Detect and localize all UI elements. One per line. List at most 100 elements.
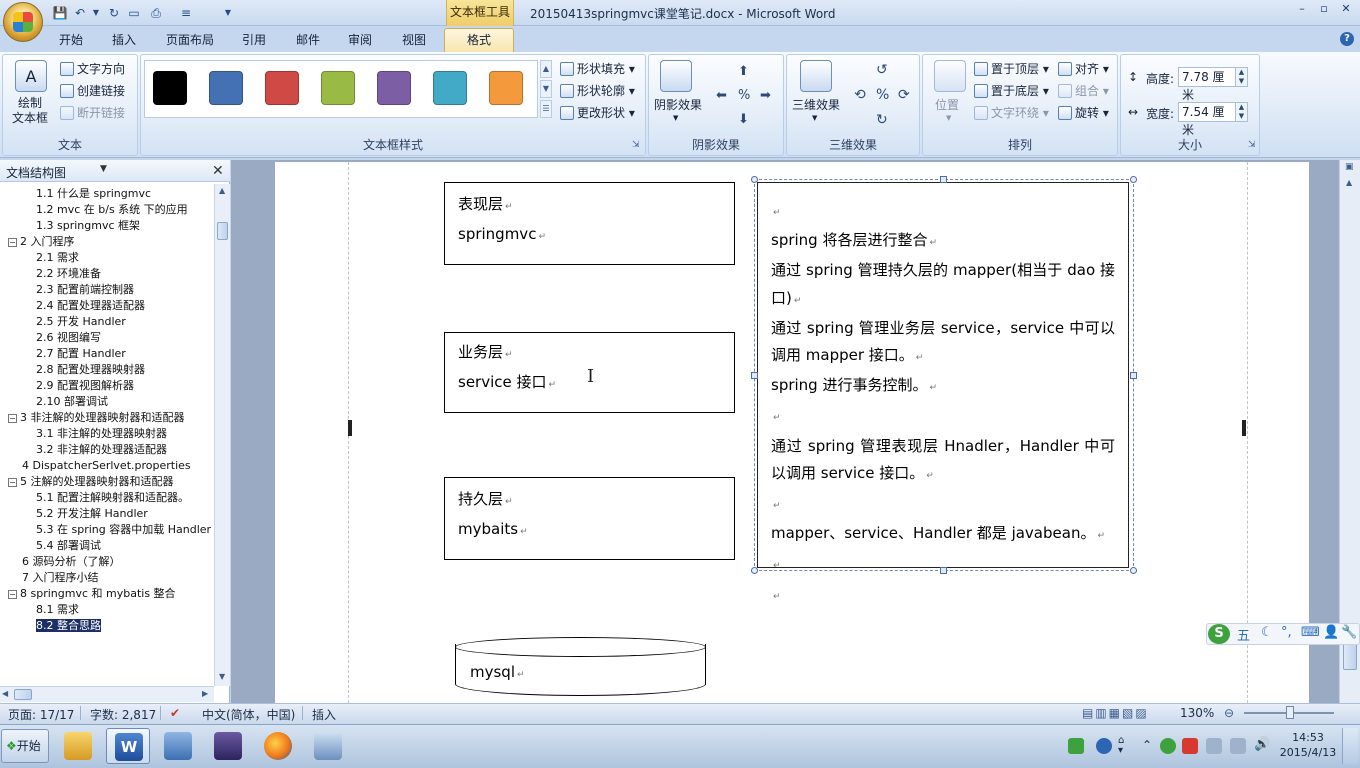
device-tray-icon[interactable] xyxy=(1206,738,1222,754)
scroll-left-icon[interactable]: ◀ xyxy=(2,689,8,698)
resize-handle-e[interactable] xyxy=(1130,372,1137,379)
threed-dropdown-icon[interactable]: ▼ xyxy=(812,114,817,122)
display-tray-icon[interactable] xyxy=(1230,738,1246,754)
document-map-hscrollbar[interactable]: ◀ ▶ xyxy=(0,686,214,702)
nav-item[interactable]: 2.8 配置处理器映射器 xyxy=(0,362,214,378)
proofing-icon[interactable]: ✔ xyxy=(170,706,180,720)
style-swatch-blue[interactable] xyxy=(209,71,243,105)
gallery-more-icon[interactable]: ☰ xyxy=(540,100,552,118)
bring-front-button[interactable]: 置于顶层 ▾ xyxy=(974,60,1049,77)
print-preview-icon[interactable]: ⎙ xyxy=(148,5,164,21)
tilt-up-icon[interactable]: ↺ xyxy=(876,62,888,78)
nav-item[interactable]: 1.3 springmvc 框架 xyxy=(0,218,214,234)
style-swatch-orange[interactable] xyxy=(489,71,523,105)
nav-item[interactable]: 1.2 mvc 在 b/s 系统 下的应用 xyxy=(0,202,214,218)
app-taskbar-button[interactable] xyxy=(156,728,200,764)
nav-item[interactable]: 2.6 视图编写 xyxy=(0,330,214,346)
nav-item[interactable]: 2.1 需求 xyxy=(0,250,214,266)
collapse-icon[interactable]: − xyxy=(8,478,17,487)
shadow-effects-button[interactable]: 阴影效果 xyxy=(654,96,702,113)
resize-handle-s[interactable] xyxy=(940,567,947,574)
tab-references[interactable]: 引用 xyxy=(236,30,272,52)
restore-button[interactable]: ▫ xyxy=(1314,2,1334,18)
close-icon[interactable]: ✕ xyxy=(212,163,224,179)
tab-mailings[interactable]: 邮件 xyxy=(290,30,326,52)
clock[interactable]: 14:53 2015/4/13 xyxy=(1278,730,1338,760)
group-button[interactable]: 组合 ▾ xyxy=(1058,82,1109,99)
view-buttons-icon[interactable]: ▤▥▦▧▨ xyxy=(1082,706,1149,720)
shadow-effects-icon[interactable] xyxy=(660,60,692,92)
nav-item[interactable]: 7 入门程序小结 xyxy=(0,570,214,586)
document-map-vscrollbar[interactable]: ▲ ▼ xyxy=(214,184,230,686)
new-doc-icon[interactable]: ▭ xyxy=(126,5,142,21)
send-back-button[interactable]: 置于底层 ▾ xyxy=(974,82,1049,99)
shadow-nudge-right-icon[interactable]: ➡ xyxy=(760,88,771,103)
undo-dropdown-icon[interactable]: ▼ xyxy=(88,5,104,21)
nav-item[interactable]: 6 源码分析（了解） xyxy=(0,554,214,570)
page-indicator[interactable]: 页面: 17/17 xyxy=(8,706,74,723)
styles-dialog-launcher-icon[interactable]: ⇲ xyxy=(632,140,640,150)
customize-qat-icon[interactable]: ▼ xyxy=(220,5,236,21)
ruler-toggle-icon[interactable]: ▣ xyxy=(1345,162,1354,172)
network-tray-icon[interactable] xyxy=(1160,738,1176,754)
style-swatch-aqua[interactable] xyxy=(433,71,467,105)
width-spinner-icon[interactable]: ▲ ▼ xyxy=(1236,102,1248,122)
shadow-toggle-icon[interactable]: % xyxy=(738,88,750,103)
nav-item[interactable]: 5.4 部署调试 xyxy=(0,538,214,554)
collapse-icon[interactable]: − xyxy=(8,590,17,599)
shadow-nudge-left-icon[interactable]: ⬅ xyxy=(716,88,727,103)
undo-icon[interactable]: ↶ xyxy=(72,5,88,21)
integration-textbox[interactable]: ↵ spring 将各层进行整合 ↵ 通过 spring 管理持久层的 mapper(… xyxy=(757,182,1129,602)
nav-item[interactable]: 3.2 非注解的处理器适配器 xyxy=(0,442,214,458)
language-indicator[interactable]: 中文(简体，中国) xyxy=(202,706,295,723)
word-taskbar-button[interactable]: W xyxy=(106,728,150,764)
tab-insert[interactable]: 插入 xyxy=(106,30,142,52)
redo-icon[interactable]: ↻ xyxy=(106,5,122,21)
nav-item[interactable]: 2.5 开发 Handler xyxy=(0,314,214,330)
style-swatch-green[interactable] xyxy=(321,71,355,105)
insert-mode-indicator[interactable]: 插入 xyxy=(312,706,336,723)
document-vscrollbar[interactable]: ▣ ▲ xyxy=(1339,160,1360,703)
security-tray-icon[interactable] xyxy=(1182,738,1198,754)
persistence-layer-box[interactable]: 持久层 ↵ mybaits ↵ xyxy=(444,477,735,560)
tab-home[interactable]: 开始 xyxy=(53,30,89,52)
help-tray-icon[interactable] xyxy=(1096,738,1112,754)
zoom-out-icon[interactable]: ⊖ xyxy=(1224,706,1234,720)
keyboard-icon[interactable]: ⌨ xyxy=(1301,625,1320,640)
tool-taskbar-button[interactable] xyxy=(306,728,350,764)
explorer-taskbar-button[interactable] xyxy=(56,728,100,764)
nav-item[interactable]: 2.7 配置 Handler xyxy=(0,346,214,362)
nav-item[interactable]: 2.4 配置处理器适配器 xyxy=(0,298,214,314)
position-dropdown-icon[interactable]: ▼ xyxy=(946,114,951,122)
show-hidden-icons-icon[interactable]: ⌃ xyxy=(1142,738,1152,752)
sogou-tray-icon[interactable] xyxy=(1068,738,1084,754)
nav-item[interactable]: −5 注解的处理器映射器和适配器 xyxy=(0,474,214,490)
document-map-hscroll-thumb[interactable] xyxy=(14,689,32,700)
threed-toggle-icon[interactable]: % xyxy=(876,87,889,103)
rotate-button[interactable]: 旋转 ▾ xyxy=(1058,104,1109,121)
style-swatch-red[interactable] xyxy=(265,71,299,105)
nav-item[interactable]: 5.2 开发注解 Handler xyxy=(0,506,214,522)
help-icon[interactable]: ? xyxy=(1340,32,1354,46)
minimize-button[interactable]: – xyxy=(1292,2,1312,18)
resize-handle-n[interactable] xyxy=(940,176,947,183)
tilt-down-icon[interactable]: ↻ xyxy=(876,112,888,128)
nav-item[interactable]: −2 入门程序 xyxy=(0,234,214,250)
scroll-up-icon[interactable]: ▲ xyxy=(1346,178,1352,187)
position-icon[interactable] xyxy=(934,60,966,92)
tab-view[interactable]: 视图 xyxy=(396,30,432,52)
word-count[interactable]: 字数: 2,817 xyxy=(90,706,156,723)
nav-item[interactable]: −8 springmvc 和 mybatis 整合 xyxy=(0,586,214,602)
office-button[interactable] xyxy=(3,2,43,42)
height-spinner-icon[interactable]: ▲ ▼ xyxy=(1236,67,1248,87)
nav-item[interactable]: 2.3 配置前端控制器 xyxy=(0,282,214,298)
text-wrap-button[interactable]: 文字环绕 ▾ xyxy=(974,104,1049,121)
nav-item[interactable]: 5.1 配置注解映射器和适配器。 xyxy=(0,490,214,506)
scroll-right-icon[interactable]: ▶ xyxy=(202,689,208,698)
nav-item[interactable]: 2.10 部署调试 xyxy=(0,394,214,410)
tab-format[interactable]: 格式 xyxy=(444,28,514,52)
document-map-dropdown-icon[interactable]: ▼ xyxy=(100,164,107,174)
draw-textbox-icon[interactable]: A xyxy=(15,60,47,92)
shadow-nudge-down-icon[interactable]: ⬇ xyxy=(738,112,749,127)
show-desktop-button[interactable] xyxy=(1342,728,1358,764)
